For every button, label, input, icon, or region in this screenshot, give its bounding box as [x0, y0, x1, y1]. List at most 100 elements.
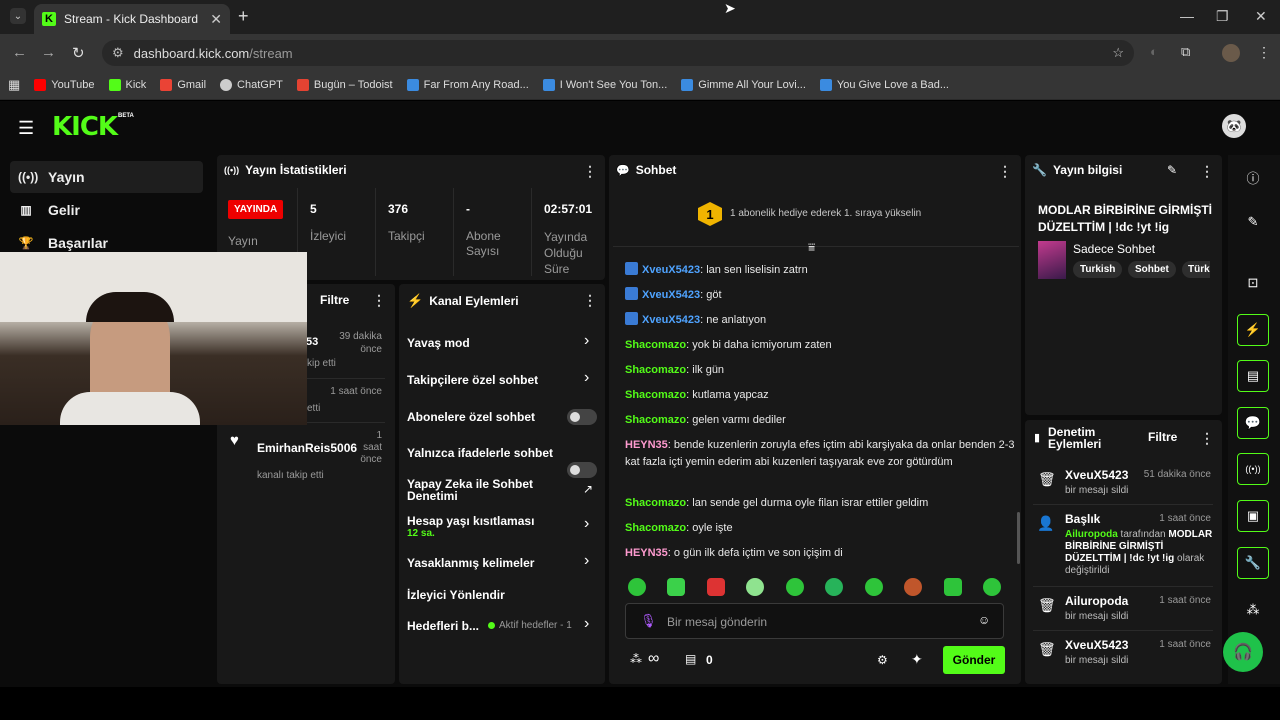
send-button[interactable]: Gönder	[943, 646, 1005, 674]
minimize-icon[interactable]: —	[1180, 8, 1194, 24]
back-icon[interactable]: ←	[12, 44, 27, 61]
bookmark-item[interactable]: YouTube	[34, 78, 95, 91]
emote-icon[interactable]	[865, 578, 883, 596]
external-link-icon[interactable]: ↗	[583, 482, 593, 496]
chevron-right-icon[interactable]: ›	[584, 515, 589, 533]
collapse-pinned-icon[interactable]: ⩸	[808, 240, 815, 255]
emotes-only-toggle[interactable]	[567, 462, 597, 478]
subscribers-only-toggle[interactable]	[567, 409, 597, 425]
tools-button[interactable]: 🔧	[1237, 547, 1269, 579]
chat-username[interactable]: XveuX5423	[642, 264, 700, 276]
kick-icon	[108, 78, 121, 91]
reload-icon[interactable]: ↻	[72, 44, 85, 62]
emote-icon[interactable]	[825, 578, 843, 596]
emote-icon[interactable]	[628, 578, 646, 596]
emote-icon[interactable]	[707, 578, 725, 596]
bookmark-item[interactable]: Far From Any Road...	[406, 78, 529, 91]
slow-mode-label: Yavaş mod	[407, 336, 470, 350]
tag-chip[interactable]: Turkish	[1073, 261, 1123, 278]
host-viewers-label[interactable]: İzleyici Yönlendir	[407, 588, 505, 602]
predictions-icon[interactable]: ✦	[911, 651, 923, 668]
maximize-icon[interactable]: ❐	[1216, 8, 1229, 25]
bookmark-item[interactable]: Kick	[108, 78, 146, 91]
stats-menu-icon[interactable]: ⋮	[583, 163, 597, 180]
chat-username[interactable]: Shacomazo	[625, 497, 686, 509]
bookmark-item[interactable]: ChatGPT	[220, 78, 283, 91]
chat-username[interactable]: Shacomazo	[625, 364, 686, 376]
chat-username[interactable]: Shacomazo	[625, 389, 686, 401]
support-headset-icon[interactable]: 🎧	[1223, 632, 1263, 672]
chevron-right-icon[interactable]: ›	[584, 552, 589, 570]
edit-icon[interactable]: ✎	[1167, 163, 1177, 177]
moderation-menu-icon[interactable]: ⋮	[1200, 430, 1214, 447]
chevron-right-icon[interactable]: ›	[584, 615, 589, 633]
activity-filter-button[interactable]: Filtre	[320, 293, 349, 307]
apps-grid-icon[interactable]: ▦	[8, 77, 20, 93]
emote-icon[interactable]	[904, 578, 922, 596]
chat-menu-icon[interactable]: ⋮	[998, 163, 1012, 180]
bolt-icon: ⚡	[407, 293, 424, 308]
browser-tab[interactable]: K Stream - Kick Dashboard ✕	[34, 4, 230, 34]
microphone-icon[interactable]: 🎙	[640, 613, 657, 629]
chat-scrollbar[interactable]	[1017, 512, 1020, 564]
emoji-icon[interactable]: ☺	[978, 613, 990, 627]
sidebar-item-gelir[interactable]: ▥ Gelir	[10, 194, 203, 226]
site-info-icon[interactable]: ⚙	[112, 45, 124, 61]
quick-actions-button[interactable]: ⚡	[1237, 314, 1269, 346]
sidebar-item-yayin[interactable]: ((•)) Yayın	[10, 161, 203, 193]
user-avatar[interactable]: 🐼	[1222, 114, 1246, 138]
bookmark-star-icon[interactable]: ☆	[1112, 45, 1124, 61]
close-tab-icon[interactable]: ✕	[210, 11, 222, 28]
chat-button[interactable]: 💬	[1237, 407, 1269, 439]
bookmark-item[interactable]: Gimme All Your Lovi...	[681, 78, 806, 91]
chat-bubble-icon: 💬	[616, 164, 630, 177]
chat-username[interactable]: Shacomazo	[625, 414, 686, 426]
extension-icon[interactable]: ◐	[1150, 44, 1158, 59]
bookmark-item[interactable]: Gmail	[160, 78, 206, 91]
category-name[interactable]: Sadece Sohbet	[1073, 242, 1155, 256]
camera-capture-icon[interactable]: ⊡	[1243, 275, 1263, 291]
bookmark-item[interactable]: I Won't See You Ton...	[542, 78, 667, 91]
chat-username[interactable]: HEYN35	[625, 547, 668, 559]
info-icon[interactable]: ⓘ	[1243, 168, 1263, 187]
chat-username[interactable]: XveuX5423	[642, 289, 700, 301]
emote-icon[interactable]	[944, 578, 962, 596]
kick-logo[interactable]: KICK	[52, 112, 118, 142]
pencil-icon[interactable]: ✎	[1243, 214, 1263, 230]
activity-menu-icon[interactable]: ⋮	[372, 292, 386, 309]
emote-icon[interactable]	[667, 578, 685, 596]
extensions-puzzle-icon[interactable]: ⧉	[1181, 44, 1190, 60]
mod-panel-button[interactable]: ▣	[1237, 500, 1269, 532]
browser-menu-icon[interactable]: ⋮	[1257, 44, 1271, 61]
close-window-icon[interactable]: ✕	[1255, 8, 1267, 25]
chat-username[interactable]: Shacomazo	[625, 522, 686, 534]
new-tab-icon[interactable]: +	[238, 6, 249, 27]
profile-avatar[interactable]	[1222, 44, 1240, 62]
chat-username[interactable]: Shacomazo	[625, 339, 686, 351]
bookmark-item[interactable]: Bugün – Todoist	[296, 78, 393, 91]
forward-icon[interactable]: →	[41, 44, 56, 61]
tab-list-icon[interactable]: ⌄	[10, 8, 26, 24]
stream-info-menu-icon[interactable]: ⋮	[1200, 163, 1214, 180]
chat-settings-icon[interactable]: ⚙	[877, 653, 888, 667]
chat-message: Shacomazo: oyle işte	[625, 522, 733, 534]
points-icon[interactable]: ⁂	[1243, 602, 1263, 618]
bookmark-item[interactable]: You Give Love a Bad...	[819, 78, 949, 91]
moderation-filter-button[interactable]: Filtre	[1148, 430, 1177, 444]
tag-chip[interactable]: Türk	[1182, 261, 1210, 278]
chevron-right-icon[interactable]: ›	[584, 369, 589, 387]
viewers-value: 5	[310, 202, 317, 216]
tag-chip[interactable]: Sohbet	[1128, 261, 1176, 278]
emote-icon[interactable]	[983, 578, 1001, 596]
broadcast-button[interactable]: ((•))	[1237, 453, 1269, 485]
emote-icon[interactable]	[786, 578, 804, 596]
chat-username[interactable]: XveuX5423	[642, 314, 700, 326]
menu-icon[interactable]: ☰	[18, 118, 34, 139]
notes-button[interactable]: ▤	[1237, 360, 1269, 392]
channel-actions-menu-icon[interactable]: ⋮	[583, 292, 597, 309]
chevron-right-icon[interactable]: ›	[584, 332, 589, 350]
user-edit-icon: 👤	[1037, 515, 1055, 531]
chat-username[interactable]: HEYN35	[625, 439, 668, 451]
emote-icon[interactable]	[746, 578, 764, 596]
url-input[interactable]: ⚙ dashboard.kick.com/stream ☆	[102, 40, 1134, 66]
